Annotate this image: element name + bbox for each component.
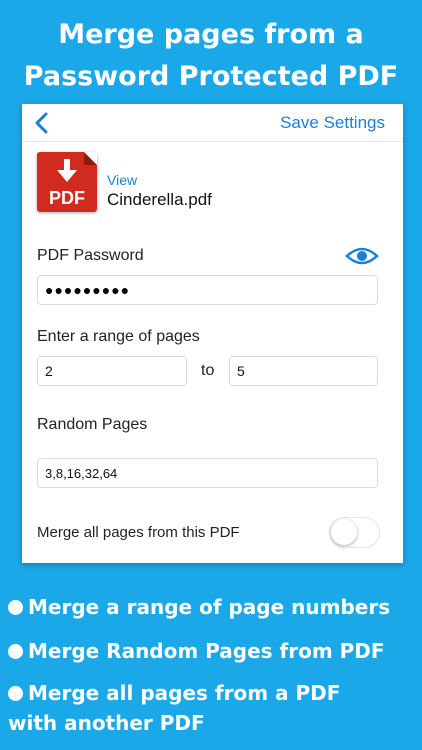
- range-to-value: 5: [237, 363, 245, 379]
- back-button[interactable]: [28, 110, 54, 136]
- range-to-input[interactable]: 5: [229, 356, 378, 386]
- download-arrow-icon: [57, 159, 77, 182]
- feature-text: Merge Random Pages from PDF: [28, 639, 385, 663]
- bullet-dot-icon: [8, 600, 23, 615]
- range-from-input[interactable]: 2: [37, 356, 187, 386]
- headline-line-2: Password Protected PDF: [23, 61, 399, 92]
- feature-item-merge-all: Merge all pages from a PDF with another …: [8, 678, 340, 738]
- eye-icon: [345, 247, 379, 265]
- password-label: PDF Password: [37, 247, 144, 264]
- range-from-value: 2: [45, 363, 53, 379]
- chevron-left-icon: [35, 112, 48, 134]
- reveal-password-button[interactable]: [345, 246, 379, 266]
- random-pages-input[interactable]: 3,8,16,32,64: [37, 458, 378, 488]
- feature-text: Merge a range of page numbers: [28, 595, 391, 619]
- bullet-dot-icon: [8, 686, 23, 701]
- feature-item-random: Merge Random Pages from PDF: [8, 636, 385, 666]
- settings-card: Save Settings PDF View Cinderella.pdf PD…: [22, 104, 403, 563]
- nav-bar: Save Settings: [22, 104, 403, 142]
- random-pages-label: Random Pages: [37, 416, 148, 433]
- password-input[interactable]: ●●●●●●●●●: [37, 275, 378, 305]
- password-value: ●●●●●●●●●: [45, 282, 131, 298]
- random-pages-value: 3,8,16,32,64: [45, 465, 118, 481]
- feature-item-range: Merge a range of page numbers: [8, 592, 390, 622]
- file-row: PDF View Cinderella.pdf: [37, 152, 387, 214]
- headline-line-1: Merge pages from a: [58, 19, 364, 50]
- file-name: Cinderella.pdf: [107, 190, 212, 209]
- pdf-file-icon: PDF: [37, 152, 97, 212]
- range-label: Enter a range of pages: [37, 328, 200, 345]
- save-settings-button[interactable]: Save Settings: [280, 113, 385, 133]
- merge-all-toggle[interactable]: [329, 517, 380, 548]
- merge-all-label: Merge all pages from this PDF: [37, 524, 240, 541]
- feature-text: Merge all pages from a PDF with another …: [8, 681, 341, 735]
- range-to-label: to: [201, 362, 215, 379]
- bullet-dot-icon: [8, 644, 23, 659]
- view-link[interactable]: View: [107, 172, 137, 188]
- pdf-icon-label: PDF: [49, 188, 85, 208]
- toggle-knob: [331, 519, 357, 545]
- headline: Merge pages from a Password Protected PD…: [0, 14, 422, 98]
